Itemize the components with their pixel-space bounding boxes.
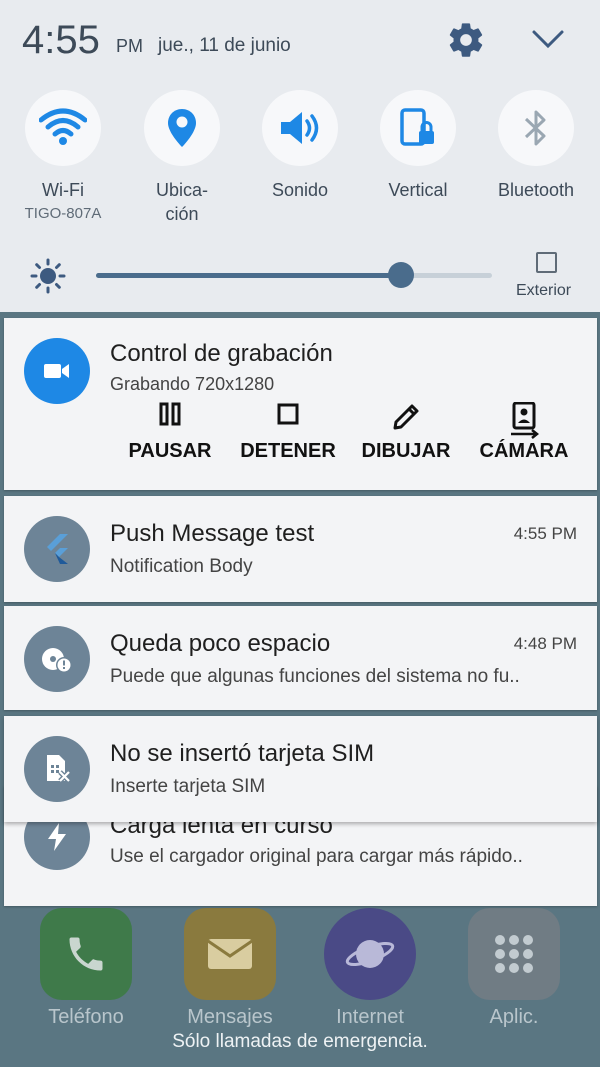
camera-label: CÁMARA — [479, 440, 569, 462]
stop-button[interactable]: DETENER — [228, 396, 348, 476]
date-text[interactable]: jue., 11 de junio — [158, 35, 291, 57]
draw-label: DIBUJAR — [361, 440, 451, 462]
outdoor-checkbox[interactable] — [536, 252, 557, 273]
notification-body: Grabando 720x1280 — [110, 374, 275, 394]
pencil-icon — [393, 404, 419, 430]
app-apps[interactable]: Aplic. — [464, 908, 564, 1029]
toggle-rotation[interactable]: Vertical — [358, 90, 478, 240]
notification-time: 4:55 PM — [513, 524, 577, 543]
toggle-label-location: Ubica-ción — [122, 178, 242, 226]
notification-body: Use el cargador original para cargar más… — [110, 846, 523, 867]
quick-toggles: Wi-Fi TIGO-807A Ubica-ción Sonido Vertic… — [0, 90, 600, 240]
notification-title: No se insertó tarjeta SIM — [110, 740, 375, 767]
toggle-location[interactable]: Ubica-ción — [122, 90, 242, 240]
toggle-bluetooth[interactable]: Bluetooth — [476, 90, 596, 240]
pause-label: PAUSAR — [128, 440, 212, 462]
app-internet[interactable]: Internet — [320, 908, 420, 1029]
location-icon — [144, 90, 220, 166]
toggle-wifi[interactable]: Wi-Fi TIGO-807A — [3, 90, 123, 240]
draw-button[interactable]: DIBUJAR — [346, 396, 466, 476]
toggle-label-rotation: Vertical — [388, 180, 448, 200]
camera-switch-icon — [511, 402, 539, 439]
stop-icon — [277, 403, 299, 425]
collapse-chevron-down-icon[interactable] — [528, 22, 568, 58]
notification-title: Queda poco espacio — [110, 630, 331, 657]
notification-recording[interactable]: Control de grabación Grabando 720x1280 P… — [4, 318, 597, 490]
notification-body: Puede que algunas funciones del sistema … — [110, 666, 520, 687]
quick-panel: 4:55 PM jue., 11 de junio Wi-Fi TIGO-807… — [0, 0, 600, 312]
camera-button[interactable]: CÁMARA — [464, 396, 584, 476]
messages-icon — [184, 908, 276, 1000]
notification-push[interactable]: Push Message test 4:55 PM Notification B… — [4, 496, 597, 602]
pause-icon — [159, 402, 181, 426]
sim-card-icon — [24, 736, 90, 802]
pause-button[interactable]: PAUSAR — [110, 396, 230, 476]
toggle-sublabel-wifi: TIGO-807A — [24, 205, 102, 222]
sound-icon — [262, 90, 338, 166]
brightness-slider[interactable] — [96, 262, 492, 288]
notification-time: 4:48 PM — [513, 634, 577, 653]
toggle-label-location-line1: Ubica- — [155, 180, 208, 200]
notification-body: Inserte tarjeta SIM — [110, 776, 266, 797]
notification-storage[interactable]: Queda poco espacio 4:48 PM Puede que alg… — [4, 606, 597, 710]
app-grid-icon — [468, 908, 560, 1000]
brightness-slider-fill — [96, 273, 401, 278]
brightness-row: Exterior — [0, 248, 600, 308]
notification-body: Notification Body — [110, 556, 253, 577]
status-row: 4:55 PM jue., 11 de junio — [0, 0, 600, 82]
toggle-label-sound: Sonido — [271, 180, 329, 200]
app-label-internet: Internet — [336, 1006, 404, 1028]
notification-sim[interactable]: No se insertó tarjeta SIM Inserte tarjet… — [4, 716, 597, 822]
clock-ampm: PM — [116, 36, 143, 56]
bluetooth-icon — [498, 90, 574, 166]
internet-icon — [324, 908, 416, 1000]
recording-actions: PAUSAR DETENER DIBUJAR CÁMARA — [4, 396, 597, 476]
storage-warning-icon — [24, 626, 90, 692]
toggle-label-location-line2: ción — [165, 204, 199, 224]
rotation-lock-icon — [380, 90, 456, 166]
emergency-calls-text: Sólo llamadas de emergencia. — [172, 1031, 428, 1052]
notification-title: Control de grabación — [110, 340, 333, 367]
brightness-sun-icon — [30, 258, 66, 294]
toggle-sound[interactable]: Sonido — [240, 90, 360, 240]
phone-icon — [40, 908, 132, 1000]
clock-time: 4:55 — [22, 18, 100, 62]
toggle-label-wifi: Wi-Fi — [42, 180, 84, 200]
toggle-label-bluetooth: Bluetooth — [497, 180, 575, 200]
flutter-app-icon — [24, 516, 90, 582]
app-messages[interactable]: Mensajes — [180, 908, 280, 1029]
app-label-phone: Teléfono — [48, 1006, 124, 1028]
app-phone[interactable]: Teléfono — [36, 908, 136, 1029]
outdoor-label: Exterior — [516, 282, 572, 299]
notification-title: Push Message test — [110, 520, 315, 547]
wifi-icon — [25, 90, 101, 166]
stop-label: DETENER — [240, 440, 336, 462]
brightness-slider-thumb[interactable] — [387, 262, 414, 288]
video-camera-icon — [24, 338, 90, 404]
settings-gear-icon[interactable] — [446, 20, 486, 60]
app-label-messages: Mensajes — [187, 1006, 273, 1028]
app-label-apps: Aplic. — [489, 1006, 539, 1028]
